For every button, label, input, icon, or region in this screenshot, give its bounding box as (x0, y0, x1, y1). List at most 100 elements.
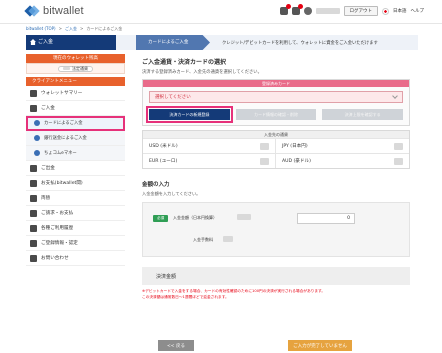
sidebar-item-label: ご出金 (41, 166, 55, 171)
japan-flag-icon (382, 7, 389, 15)
wallet-currency-pill[interactable]: 法定通貨 (58, 65, 93, 72)
card-icon (34, 120, 40, 126)
invoice-icon (30, 209, 37, 217)
redacted-amount (394, 142, 403, 150)
section-title-amount: 金額の入力 (142, 182, 170, 188)
card-limit-button[interactable]: 決済上限を確認する (322, 109, 404, 120)
sidebar-item-withdraw[interactable]: ご出金 (26, 161, 125, 176)
step-card-deposit: カードによるご入金 (136, 35, 210, 50)
fee-label: 入金手数料 (193, 237, 213, 242)
sidebar-item-label: ご登録情報・認定 (41, 241, 78, 246)
home-icon (30, 39, 36, 45)
settings-icon (30, 239, 37, 247)
sidebar-item-card-deposit[interactable]: カードによるご入金 (26, 116, 125, 131)
card-select-value: 選択してください (155, 95, 191, 100)
register-new-card-button[interactable]: 決済カードの新規登録 (146, 106, 233, 123)
bell-icon[interactable] (291, 4, 303, 15)
currency-option-usd[interactable]: USD (米ドル) (143, 138, 276, 153)
page-step-bar: ご入金 カードによるご入金 クレジット/デビットカードを利用して、ウォレットに資… (26, 35, 418, 50)
card-select[interactable]: 選択してください (149, 91, 403, 103)
notification-dot (297, 4, 303, 9)
sidebar-item-settings[interactable]: ご登録情報・認定 (26, 236, 125, 251)
language-selector[interactable]: 日本語 (393, 8, 407, 14)
header-actions: ログアウト 日本語 ヘルプ (279, 4, 425, 16)
card-select-wrap: 選択してください (143, 87, 409, 107)
redacted-currency (237, 214, 251, 220)
user-icon[interactable] (303, 7, 312, 15)
currency-option-eur[interactable]: EUR (ユーロ) (143, 153, 276, 168)
sidebar-item-contact[interactable]: お問い合わせ (26, 251, 125, 266)
sidebar: 現在のウォレット残高 法定通貨 クライアントメニュー ウォレットサマリー ご入金… (26, 54, 125, 266)
submit-button[interactable]: ご入力が完了していません (288, 340, 352, 351)
notification-dot (285, 4, 291, 9)
section-amount-description: 入金金額を入力してください。 (142, 191, 201, 196)
sidebar-item-label: 各種ご利用履歴 (41, 226, 74, 231)
sidebar-item-emoney[interactable]: ちょコムeマネー (26, 146, 125, 161)
withdraw-icon (30, 164, 37, 172)
info-icon (30, 254, 37, 262)
amount-input-box: 必須 入金金額（日本円換算） 0 入金手数料 (142, 202, 410, 257)
top-header: bitwallet ログアウト 日本語 ヘルプ (0, 0, 442, 24)
help-link[interactable]: ヘルプ (411, 8, 425, 14)
redacted-balance (63, 67, 70, 70)
redacted-amount (394, 157, 403, 165)
wallet-pill-label: 法定通貨 (72, 66, 88, 71)
sidebar-item-label: 銀行送金によるご入金 (44, 136, 87, 141)
client-menu-title: クライアントメニュー (26, 77, 125, 86)
logo-mark-icon (26, 5, 38, 17)
breadcrumb-separator: > (79, 26, 84, 31)
currency-option-jpy[interactable]: JPY (日本円) (276, 138, 409, 153)
currency-label: AUD (豪ドル) (282, 159, 311, 164)
sidebar-item-label: カードによるご入金 (44, 121, 83, 126)
currency-balance-title: 入金先の通貨 (143, 131, 409, 138)
sidebar-item-transfer[interactable]: お支払(bitwallet間) (26, 176, 125, 191)
sidebar-item-label: お支払(bitwallet間) (41, 181, 83, 186)
currency-label: USD (米ドル) (149, 144, 178, 149)
required-badge: 必須 (153, 215, 169, 222)
footer-buttons: << 戻る ご入力が完了していません (134, 340, 418, 352)
exchange-icon (30, 194, 37, 202)
wallet-balance-title: 現在のウォレット残高 (26, 54, 125, 63)
sidebar-item-wallet-summary[interactable]: ウォレットサマリー (26, 86, 125, 101)
sidebar-item-history[interactable]: 各種ご利用履歴 (26, 221, 125, 236)
sidebar-item-deposit[interactable]: ご入金 (26, 101, 125, 116)
currency-option-aud[interactable]: AUD (豪ドル) (276, 153, 409, 168)
step-deposit: ご入金 (26, 35, 116, 50)
sidebar-item-label: ご入金 (41, 106, 55, 111)
sidebar-item-label: ちょコムeマネー (44, 151, 77, 156)
sidebar-item-invoice[interactable]: ご請求・お支払 (26, 206, 125, 221)
card-info-button[interactable]: カード情報の確認・削除 (235, 109, 317, 120)
sidebar-item-exchange[interactable]: 両替 (26, 191, 125, 206)
transfer-icon (30, 179, 37, 187)
mail-icon[interactable] (279, 4, 291, 15)
sidebar-item-label: お問い合わせ (41, 256, 69, 261)
back-button[interactable]: << 戻る (158, 340, 194, 351)
sidebar-item-label: ウォレットサマリー (41, 91, 83, 96)
debit-card-notice: ※デビットカードで入金をする場合、カードの有効性確認のために100円の決済が実行… (142, 289, 326, 299)
breadcrumb-separator: > (58, 26, 62, 31)
section-description: 決済する登録済みカード、入金先の通貨を選択してください。 (142, 70, 262, 75)
breadcrumb-deposit[interactable]: ご入金 (65, 26, 77, 32)
registered-card-box: 登録済みカード 選択してください 決済カードの新規登録 カード情報の確認・削除 … (142, 79, 410, 126)
total-amount-box: 決済金額 (142, 267, 410, 285)
breadcrumb-current: カードによるご入金 (86, 26, 123, 31)
breadcrumb: bitwallet (TOP) > ご入金 > カードによるご入金 (26, 26, 122, 32)
wallet-icon (30, 89, 37, 97)
sidebar-item-bank-deposit[interactable]: 銀行送金によるご入金 (26, 131, 125, 146)
logout-button[interactable]: ログアウト (343, 6, 378, 16)
currency-label: JPY (日本円) (282, 144, 308, 149)
breadcrumb-top[interactable]: bitwallet (TOP) (26, 26, 56, 32)
history-icon (30, 224, 37, 232)
step-deposit-label: ご入金 (38, 39, 54, 45)
amount-field[interactable]: 0 (297, 213, 355, 224)
chevron-down-icon (392, 93, 398, 99)
section-title-currency-card: ご入金通貨・決済カードの選択 (142, 59, 227, 66)
redacted-amount (260, 142, 269, 150)
registered-card-title: 登録済みカード (143, 80, 409, 87)
bank-icon (34, 135, 40, 141)
bitwallet-logo[interactable]: bitwallet (26, 5, 84, 17)
step-description: クレジット/デビットカードを利用して、ウォレットに資金をご入金いただけます (222, 41, 378, 46)
currency-grid: USD (米ドル) JPY (日本円) EUR (ユーロ) AUD (豪ドル) (143, 138, 409, 168)
redacted-fee (223, 236, 233, 242)
logo-text: bitwallet (43, 5, 84, 17)
